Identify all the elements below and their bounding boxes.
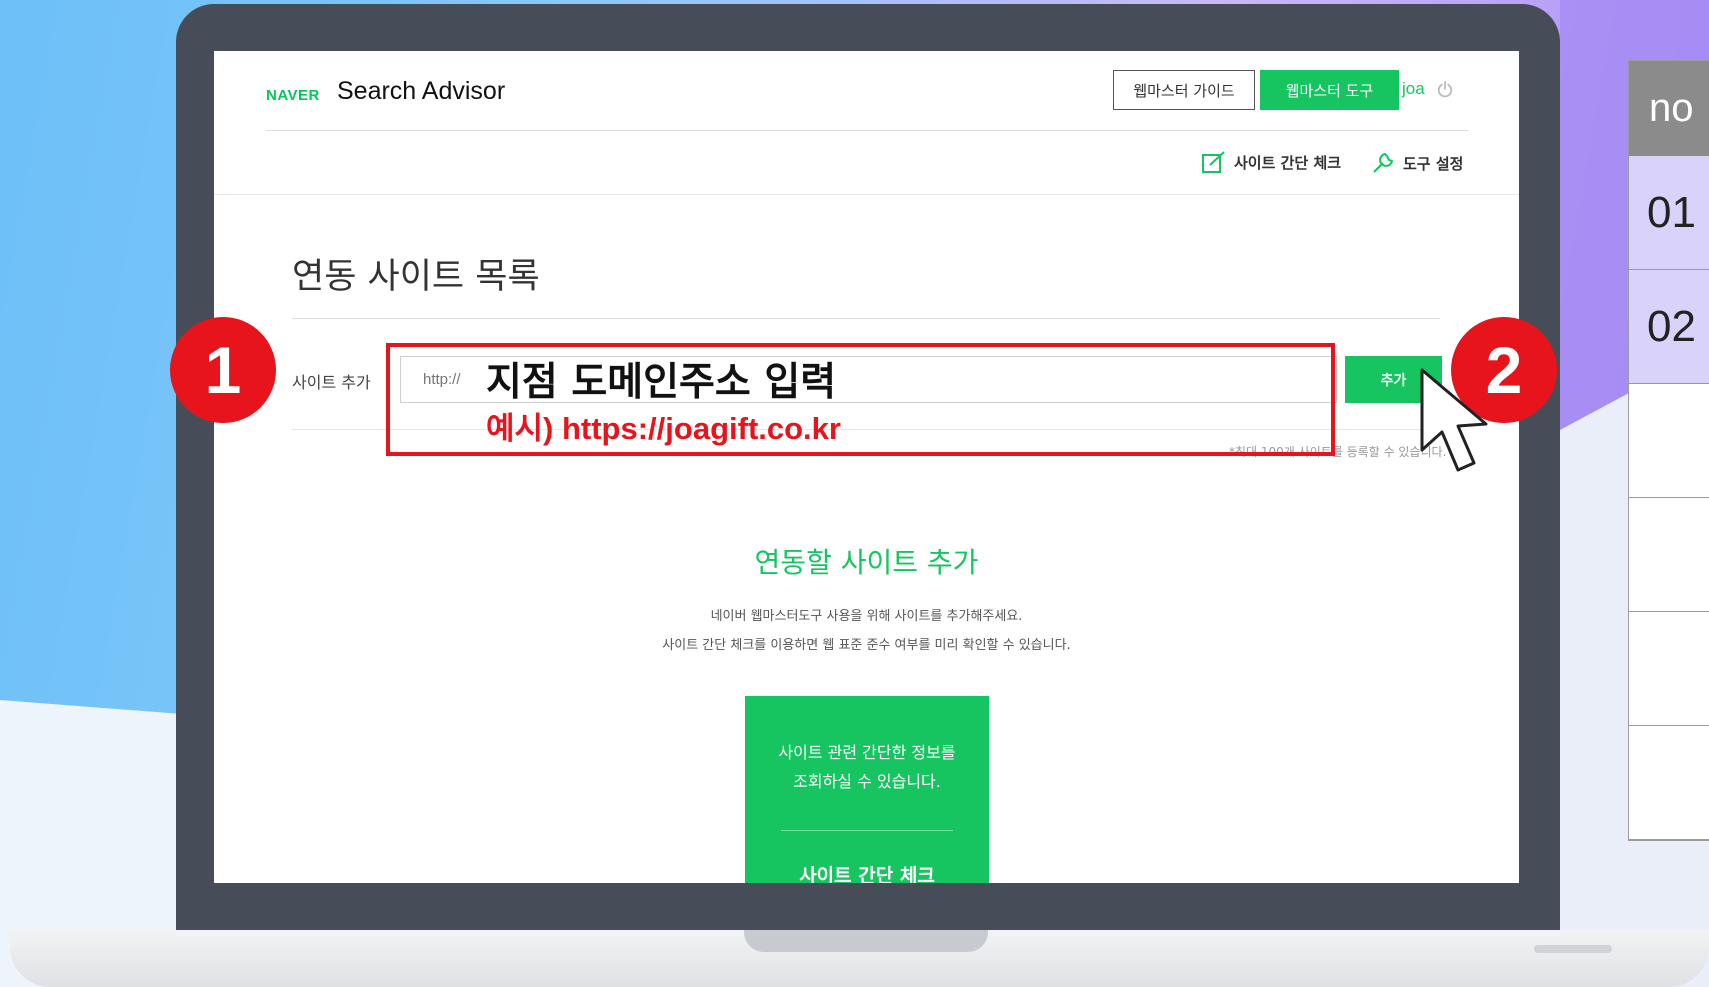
power-icon[interactable] bbox=[1436, 80, 1454, 98]
webmaster-guide-button[interactable]: 웹마스터 가이드 bbox=[1113, 70, 1255, 110]
browser-screen: NAVER Search Advisor 웹마스터 가이드 웹마스터 도구 jo… bbox=[214, 51, 1519, 883]
card-divider bbox=[781, 830, 953, 831]
side-table-row bbox=[1629, 384, 1709, 498]
user-id[interactable]: joa bbox=[1402, 79, 1425, 99]
laptop-notch bbox=[744, 930, 988, 952]
annotation-example: 예시) https://joagift.co.kr bbox=[486, 411, 841, 446]
card-text: 사이트 관련 간단한 정보를 조회하실 수 있습니다. bbox=[778, 743, 956, 791]
side-table: no 01 02 bbox=[1628, 60, 1709, 841]
tool-settings-link[interactable]: 도구 설정 bbox=[1371, 151, 1463, 175]
title-divider bbox=[292, 318, 1440, 319]
side-table-row bbox=[1629, 612, 1709, 726]
naver-logo[interactable]: NAVER bbox=[266, 87, 320, 104]
laptop-slot bbox=[1534, 945, 1612, 953]
side-table-header: no bbox=[1629, 61, 1709, 156]
site-check-link[interactable]: 사이트 간단 체크 bbox=[1202, 151, 1341, 173]
side-table-row: 01 bbox=[1629, 156, 1709, 270]
header-divider bbox=[266, 130, 1468, 131]
wrench-icon bbox=[1373, 153, 1393, 173]
side-table-row bbox=[1629, 726, 1709, 840]
page-title: 연동 사이트 목록 bbox=[292, 257, 540, 297]
step-1-badge: 1 bbox=[170, 317, 276, 423]
edit-icon bbox=[1202, 151, 1225, 173]
app-title[interactable]: Search Advisor bbox=[337, 77, 505, 106]
site-check-card-button[interactable]: 사이트 간단 체크 bbox=[745, 861, 989, 883]
site-check-card: 사이트 관련 간단한 정보를 조회하실 수 있습니다. 사이트 간단 체크 bbox=[745, 696, 989, 883]
description-line-1: 네이버 웹마스터도구 사용을 위해 사이트를 추가해주세요. bbox=[710, 609, 1023, 624]
subnav-divider bbox=[214, 194, 1519, 195]
site-add-label: 사이트 추가 bbox=[292, 373, 371, 392]
site-check-label: 사이트 간단 체크 bbox=[1234, 153, 1342, 172]
side-table-row bbox=[1629, 498, 1709, 612]
side-table-row: 02 bbox=[1629, 270, 1709, 384]
annotation-instruction: 지점 도메인주소 입력 bbox=[486, 360, 837, 405]
section-title: 연동할 사이트 추가 bbox=[754, 546, 979, 579]
mouse-cursor-icon bbox=[1420, 368, 1488, 472]
tool-settings-label: 도구 설정 bbox=[1403, 154, 1464, 173]
webmaster-tools-button[interactable]: 웹마스터 도구 bbox=[1260, 70, 1399, 110]
description-line-2: 사이트 간단 체크를 이용하면 웹 표준 준수 여부를 미리 확인할 수 있습니… bbox=[662, 638, 1071, 653]
